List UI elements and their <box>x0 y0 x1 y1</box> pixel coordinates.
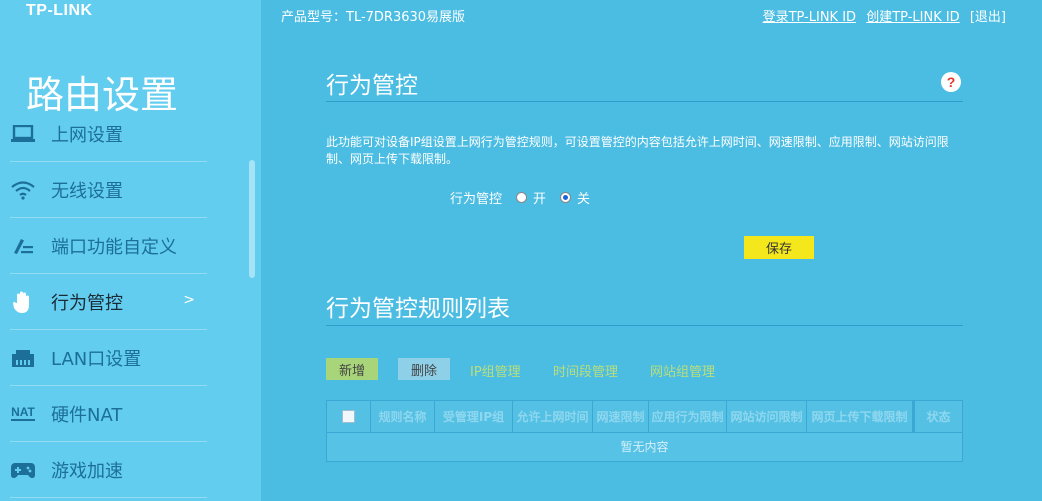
sidebar-item-label: 上网设置 <box>51 124 123 146</box>
nat-icon: NAT <box>10 403 36 425</box>
add-button[interactable]: 新增 <box>326 358 378 380</box>
sidebar-nav: 上网设置 无线设置 端口功能自定义 行为管控 > LAN口设置 NAT 硬件NA… <box>10 106 207 498</box>
account-links: 登录TP-LINK ID 创建TP-LINK ID [退出] <box>757 6 1006 25</box>
rules-divider <box>326 325 963 326</box>
radio-on[interactable] <box>516 192 528 203</box>
control-toggle: 行为管控 开 关 <box>450 188 590 207</box>
section-divider <box>326 101 963 102</box>
sidebar-item-lan[interactable]: LAN口设置 <box>10 330 207 386</box>
sidebar-item-label: 无线设置 <box>51 180 123 202</box>
sidebar-item-label: 行为管控 <box>51 292 123 314</box>
nat-icon-text: NAT <box>11 405 35 421</box>
feature-description: 此功能可对设备IP组设置上网行为管控规则，可设置管控的内容包括允许上网时间、网速… <box>326 135 949 166</box>
rules-table: 规则名称 受管理IP组 允许上网时间 网速限制 应用行为限制 网站访问限制 网页… <box>326 400 963 462</box>
delete-button[interactable]: 删除 <box>398 358 450 380</box>
tp-link-logo: TP-LINK <box>26 2 93 19</box>
sidebar-item-wireless[interactable]: 无线设置 <box>10 162 207 218</box>
laptop-icon <box>10 123 36 145</box>
sidebar-item-label: 硬件NAT <box>51 404 123 426</box>
sidebar: TP-LINK 路由设置 上网设置 无线设置 端口功能自定义 行为管控 > LA… <box>0 0 261 501</box>
col-allowed-time: 允许上网时间 <box>513 401 593 432</box>
sidebar-item-label: 端口功能自定义 <box>51 236 177 258</box>
sidebar-item-game-boost[interactable]: 游戏加速 <box>10 442 207 498</box>
col-transfer-limit: 网页上传下载限制 <box>807 401 913 432</box>
sidebar-item-label: 游戏加速 <box>51 460 123 482</box>
col-status: 状态 <box>913 401 962 432</box>
logout-link[interactable]: [退出] <box>970 10 1006 25</box>
hand-icon <box>10 291 36 313</box>
sidebar-item-internet[interactable]: 上网设置 <box>10 106 207 162</box>
sidebar-scrollbar[interactable] <box>249 160 255 278</box>
chevron-right-icon: > <box>183 292 195 308</box>
wifi-icon <box>10 179 36 201</box>
sidebar-item-port-custom[interactable]: 端口功能自定义 <box>10 218 207 274</box>
rules-list-title: 行为管控规则列表 <box>326 296 510 322</box>
page-title: 行为管控 <box>326 73 418 99</box>
sidebar-item-hardware-nat[interactable]: NAT 硬件NAT <box>10 386 207 442</box>
help-icon[interactable]: ? <box>941 72 961 92</box>
lan-port-icon <box>10 347 36 369</box>
radio-off[interactable] <box>560 192 572 203</box>
save-button[interactable]: 保存 <box>744 236 814 259</box>
col-rule-name: 规则名称 <box>371 401 435 432</box>
login-link[interactable]: 登录TP-LINK ID <box>763 10 857 25</box>
ip-group-link[interactable]: IP组管理 <box>470 361 521 380</box>
sidebar-item-behavior-control[interactable]: 行为管控 > <box>10 274 207 330</box>
edit-icon <box>10 235 36 257</box>
time-range-link[interactable]: 时间段管理 <box>553 361 618 380</box>
product-model: 产品型号：TL-7DR3630易展版 <box>281 10 466 25</box>
select-all-checkbox[interactable] <box>342 410 355 423</box>
col-speed-limit: 网速限制 <box>593 401 649 432</box>
empty-row: 暂无内容 <box>620 440 669 454</box>
col-app-limit: 应用行为限制 <box>649 401 727 432</box>
col-site-limit: 网站访问限制 <box>727 401 807 432</box>
radio-off-label: 关 <box>577 192 591 207</box>
create-account-link[interactable]: 创建TP-LINK ID <box>866 10 960 25</box>
select-all-cell <box>327 401 371 432</box>
sidebar-item-label: LAN口设置 <box>51 348 142 370</box>
website-group-link[interactable]: 网站组管理 <box>650 361 715 380</box>
col-ip-group: 受管理IP组 <box>435 401 513 432</box>
toggle-label: 行为管控 <box>450 192 503 207</box>
table-header: 规则名称 受管理IP组 允许上网时间 网速限制 应用行为限制 网站访问限制 网页… <box>327 401 962 433</box>
radio-on-label: 开 <box>533 192 547 207</box>
gamepad-icon <box>10 459 36 481</box>
